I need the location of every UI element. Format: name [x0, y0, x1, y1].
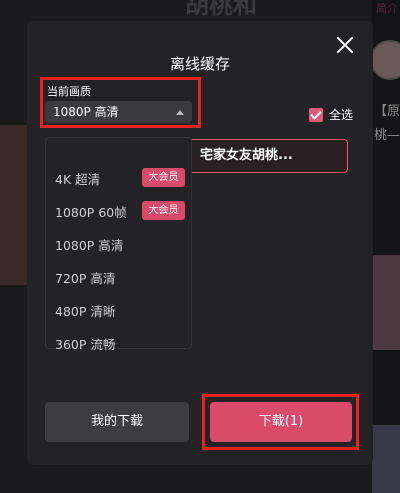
dialog-title: 离线缓存	[169, 55, 230, 73]
quality-option-label: 1080P 60帧	[55, 205, 127, 220]
checkbox-checked-icon	[309, 107, 323, 122]
select-all-checkbox[interactable]: 全选	[309, 106, 353, 123]
quality-dropdown: 4K 超清 大会员 1080P 60帧 大会员 1080P 高清 720P 高清…	[45, 137, 193, 352]
offline-cache-dialog: 离线缓存 当前画质 1080P 高清 全选 宅家女友胡桃... 4K 超清 大会…	[27, 21, 373, 465]
background-thumbnail-left	[0, 125, 28, 285]
my-downloads-button[interactable]: 我的下载	[45, 402, 189, 442]
background-thumbnail-right	[372, 425, 400, 493]
quality-option-label: 4K 超清	[55, 172, 101, 187]
vip-badge: 大会员	[142, 201, 185, 220]
caret-up-icon	[176, 110, 184, 115]
quality-option-label: 1080P 高清	[55, 238, 124, 253]
background-page-title: 胡桃和	[185, 0, 257, 19]
quality-selected-value: 1080P 高清	[53, 105, 119, 119]
quality-option-720p[interactable]: 720P 高清	[46, 265, 193, 289]
episode-title: 宅家女友胡桃...	[200, 148, 293, 163]
quality-option-4k[interactable]: 4K 超清 大会员	[46, 166, 193, 190]
quality-option-1080p60[interactable]: 1080P 60帧 大会员	[46, 199, 193, 223]
vip-badge: 大会员	[142, 168, 185, 187]
quality-option-480p[interactable]: 480P 清晰	[46, 298, 193, 322]
quality-option-360p[interactable]: 360P 流畅	[46, 331, 193, 355]
quality-option-1080p[interactable]: 1080P 高清	[46, 232, 193, 256]
background-text: 桃—	[374, 128, 400, 143]
quality-option-label: 480P 清晰	[55, 304, 116, 319]
quality-label: 当前画质	[47, 85, 91, 98]
download-button[interactable]: 下载(1)	[210, 402, 352, 442]
background-text: 【原	[374, 104, 400, 119]
episode-item[interactable]: 宅家女友胡桃...	[187, 139, 348, 173]
quality-option-label: 720P 高清	[55, 271, 116, 286]
close-icon[interactable]	[335, 35, 355, 55]
select-all-label: 全选	[329, 108, 354, 122]
quality-option-label: 360P 流畅	[55, 337, 116, 352]
background-thumbnail-right	[372, 255, 400, 350]
background-tag: 简介	[376, 2, 398, 15]
quality-select[interactable]: 1080P 高清	[45, 101, 192, 123]
